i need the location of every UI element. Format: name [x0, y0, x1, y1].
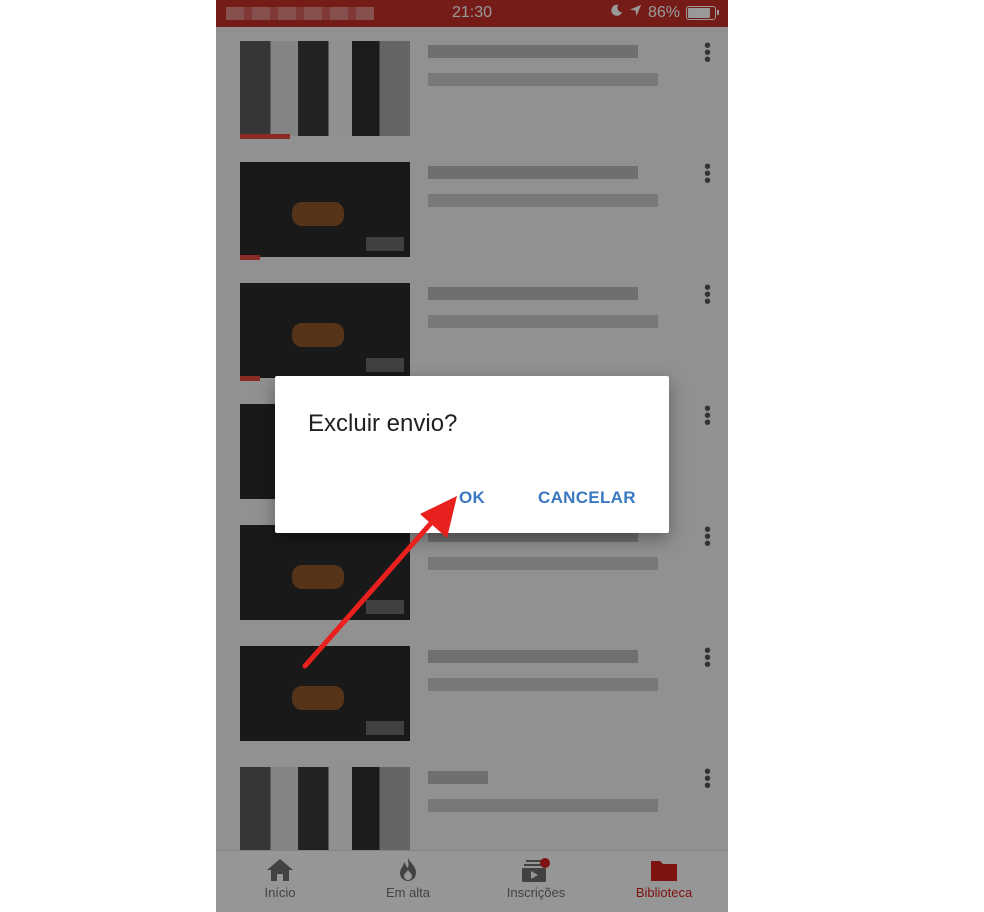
dialog-title: Excluir envio? — [308, 410, 458, 437]
ok-button[interactable]: OK — [459, 488, 485, 508]
delete-upload-dialog: Excluir envio? OK CANCELAR — [275, 376, 669, 533]
cancel-button[interactable]: CANCELAR — [538, 488, 636, 508]
phone-screen: 21:30 86% • • • • • • • • • • • • • • • … — [216, 0, 728, 912]
